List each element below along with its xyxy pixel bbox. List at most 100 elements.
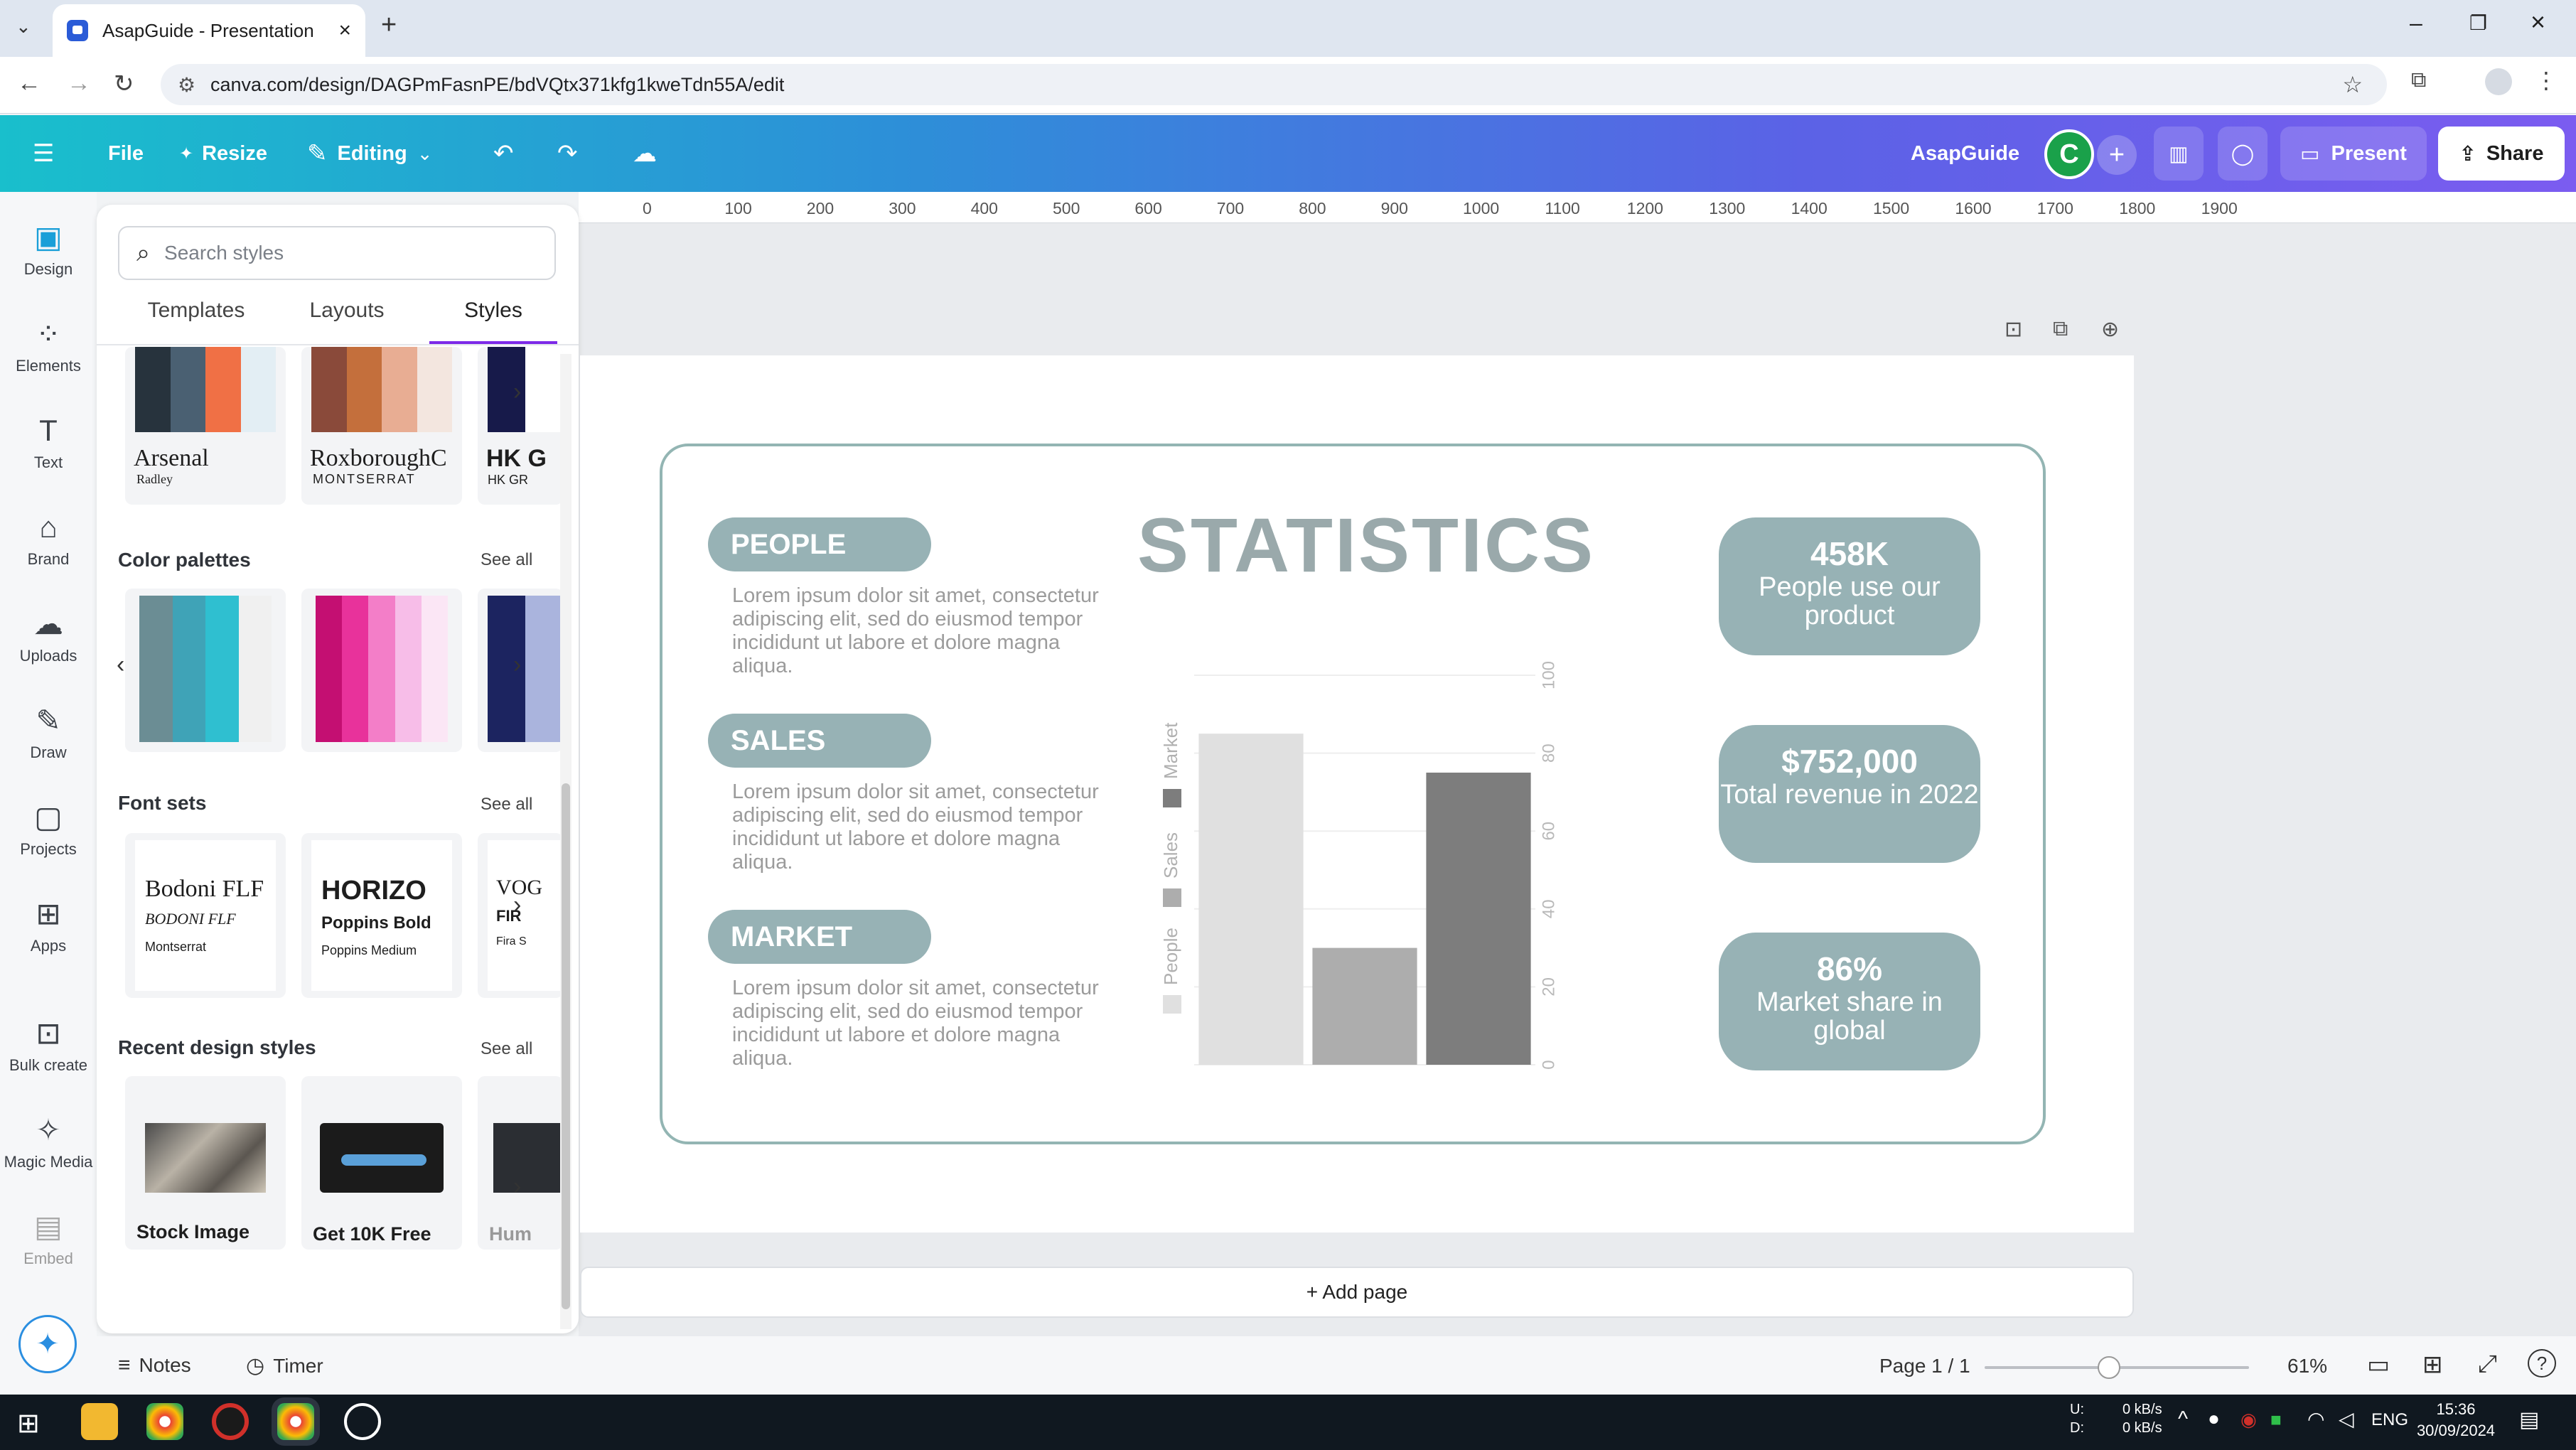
rail-item-elements[interactable]: ⁘ Elements: [0, 317, 97, 375]
reload-icon[interactable]: ↻: [114, 70, 134, 98]
font-set-card-poppins[interactable]: HORIZO Poppins Bold Poppins Medium: [301, 833, 462, 998]
main-menu-icon[interactable]: ☰: [33, 115, 54, 192]
recent-next-icon[interactable]: ›: [513, 1173, 521, 1201]
design-title[interactable]: AsapGuide: [1911, 115, 2019, 192]
site-info-icon[interactable]: ⚙: [178, 73, 195, 97]
recent-styles-see-all[interactable]: See all: [481, 1039, 532, 1059]
windows-start-icon[interactable]: ⊞: [17, 1407, 40, 1439]
rail-item-draw[interactable]: ✎ Draw: [0, 704, 97, 762]
page-indicator[interactable]: Page 1 / 1: [1879, 1355, 1970, 1378]
user-avatar[interactable]: C: [2044, 129, 2094, 179]
add-page-button[interactable]: + Add page: [580, 1267, 2134, 1318]
present-button[interactable]: ▭ Present: [2280, 127, 2427, 181]
chrome-active-icon[interactable]: [277, 1403, 314, 1440]
bookmark-star-icon[interactable]: ☆: [2342, 71, 2363, 98]
rail-item-bulk-create[interactable]: ⊡ Bulk create: [0, 1016, 97, 1075]
profile-avatar[interactable]: [2485, 68, 2512, 95]
palette-card-teal[interactable]: [125, 589, 286, 752]
zoom-slider-thumb[interactable]: [2097, 1356, 2120, 1379]
font-sets-see-all[interactable]: See all: [481, 795, 532, 815]
rail-item-design[interactable]: ▣ Design: [0, 220, 97, 279]
chart-bar-people[interactable]: [1198, 734, 1304, 1065]
help-icon[interactable]: ?: [2528, 1349, 2556, 1378]
rail-item-text[interactable]: T Text: [0, 414, 97, 472]
file-explorer-icon[interactable]: [81, 1403, 118, 1440]
duplicate-page-icon[interactable]: ⧉: [2053, 317, 2068, 341]
chrome-icon[interactable]: [146, 1403, 183, 1440]
style-card-roxborough[interactable]: RoxboroughC MONTSERRAT: [301, 347, 462, 505]
color-palettes-see-all[interactable]: See all: [481, 550, 532, 570]
tab-layouts[interactable]: Layouts: [283, 299, 411, 344]
stat-box-revenue[interactable]: $752,000 Total revenue in 2022: [1719, 725, 1980, 863]
statistics-heading[interactable]: STATISTICS: [1137, 500, 1595, 589]
recent-style-stock-image[interactable]: Stock Image: [125, 1076, 286, 1250]
add-page-icon[interactable]: ⊕: [2101, 317, 2119, 342]
sales-label[interactable]: SALES: [708, 714, 931, 768]
tab-templates[interactable]: Templates: [125, 299, 267, 344]
palettes-prev-icon[interactable]: ‹: [117, 651, 124, 679]
recorder-icon[interactable]: [212, 1403, 249, 1440]
bar-chart[interactable]: 0 20 40 60 80 100 Market Sales People: [1137, 654, 1564, 1080]
recent-style-human[interactable]: Hum Cont: [478, 1076, 563, 1250]
rail-item-embed[interactable]: ▤ Embed: [0, 1210, 97, 1268]
rail-item-apps[interactable]: ⊞ Apps: [0, 897, 97, 955]
new-tab-icon[interactable]: +: [381, 10, 397, 41]
tab-list-icon[interactable]: ⌄: [16, 16, 31, 38]
people-description[interactable]: Lorem ipsum dolor sit amet, consectetur …: [732, 584, 1109, 678]
stat-box-market[interactable]: 86% Market share in global: [1719, 933, 1980, 1070]
palettes-next-icon[interactable]: ›: [513, 651, 521, 679]
style-card-arsenal[interactable]: Arsenal Radley: [125, 347, 286, 505]
styles-next-icon[interactable]: ›: [513, 378, 521, 406]
timer-button[interactable]: ◷ Timer: [246, 1353, 323, 1378]
rail-item-uploads[interactable]: ☁ Uploads: [0, 607, 97, 665]
nvidia-tray-icon[interactable]: ■: [2270, 1409, 2282, 1431]
extensions-icon[interactable]: ⧉: [2411, 68, 2426, 92]
style-card-hk[interactable]: HK G HK GR: [478, 347, 563, 505]
sales-description[interactable]: Lorem ipsum dolor sit amet, consectetur …: [732, 780, 1109, 874]
resize-button[interactable]: ✦ Resize: [179, 115, 267, 192]
pages-view-icon[interactable]: ▭: [2367, 1350, 2390, 1379]
url-field[interactable]: ⚙ canva.com/design/DAGPmFasnPE/bdVQtx371…: [161, 64, 2387, 105]
comments-icon[interactable]: ◯: [2218, 127, 2268, 181]
browser-tab[interactable]: AsapGuide - Presentation ×: [53, 4, 365, 57]
notifications-icon[interactable]: ▤: [2519, 1407, 2539, 1432]
restore-icon[interactable]: ❐: [2469, 11, 2487, 35]
close-window-icon[interactable]: ×: [2531, 7, 2545, 37]
wifi-icon[interactable]: ◠: [2307, 1407, 2324, 1431]
cloud-sync-icon[interactable]: ☁: [633, 115, 657, 192]
clock-app-icon[interactable]: [344, 1403, 381, 1440]
magic-assistant-icon[interactable]: ✦: [18, 1315, 77, 1373]
share-button[interactable]: ⇪ Share: [2438, 127, 2565, 181]
font-sets-next-icon[interactable]: ›: [513, 891, 521, 919]
insights-icon[interactable]: ▥: [2154, 127, 2204, 181]
panel-scrollbar-thumb[interactable]: [562, 783, 570, 1309]
close-tab-icon[interactable]: ×: [338, 18, 351, 43]
mic-icon[interactable]: ●: [2208, 1407, 2220, 1430]
grid-view-icon[interactable]: ⊞: [2422, 1350, 2443, 1379]
zoom-percent[interactable]: 61%: [2287, 1355, 2327, 1378]
file-menu[interactable]: File: [108, 115, 144, 192]
record-tray-icon[interactable]: ◉: [2240, 1409, 2257, 1431]
rail-item-projects[interactable]: ▢ Projects: [0, 800, 97, 859]
browser-menu-icon[interactable]: ⋮: [2535, 67, 2558, 94]
chart-bar-market[interactable]: [1426, 773, 1531, 1065]
volume-icon[interactable]: ◁: [2339, 1407, 2354, 1431]
search-input[interactable]: ⌕ Search styles: [118, 226, 556, 280]
redo-icon[interactable]: ↷: [557, 115, 578, 192]
market-description[interactable]: Lorem ipsum dolor sit amet, consectetur …: [732, 977, 1109, 1070]
clock[interactable]: 15:36 30/09/2024: [2410, 1399, 2502, 1441]
undo-icon[interactable]: ↶: [493, 115, 514, 192]
tab-styles[interactable]: Styles: [429, 299, 557, 344]
stat-box-people[interactable]: 458K People use our product: [1719, 517, 1980, 655]
zoom-slider[interactable]: [1985, 1356, 2249, 1379]
market-label[interactable]: MARKET: [708, 910, 931, 964]
notes-button[interactable]: ≡ Notes: [118, 1353, 191, 1378]
fullscreen-icon[interactable]: ⤢: [2478, 1350, 2497, 1378]
lock-icon[interactable]: ⊡: [2005, 317, 2022, 342]
invite-plus-icon[interactable]: +: [2097, 135, 2137, 175]
chart-bar-sales[interactable]: [1312, 947, 1417, 1065]
palette-card-pink[interactable]: [301, 589, 462, 752]
tray-up-icon[interactable]: ^: [2178, 1407, 2188, 1432]
rail-item-magic-media[interactable]: ✧ Magic Media: [0, 1113, 97, 1171]
rail-item-brand[interactable]: ⌂ Brand: [0, 510, 97, 569]
